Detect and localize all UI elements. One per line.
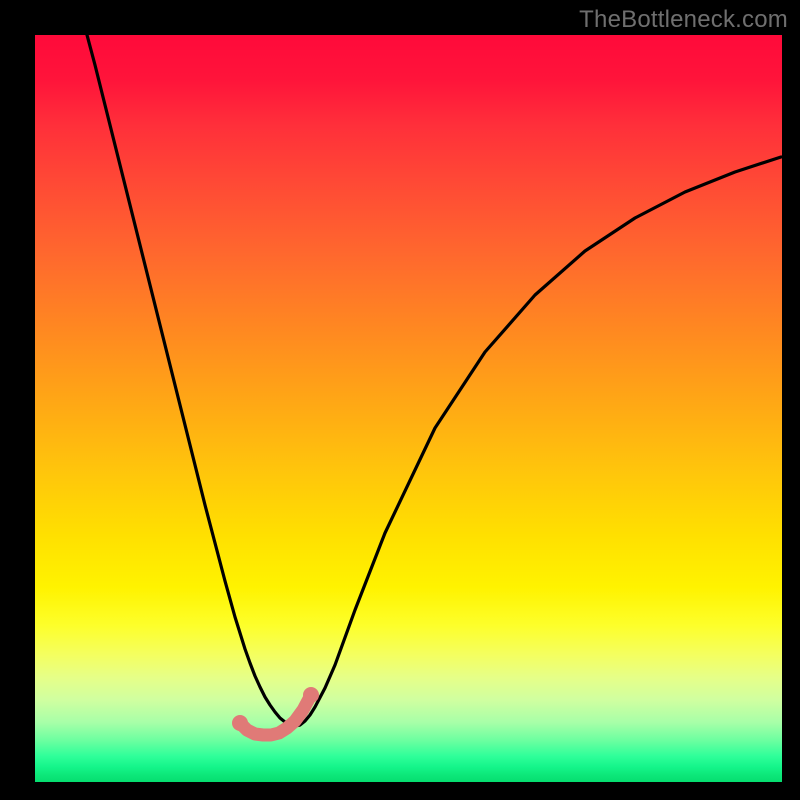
curves-svg bbox=[35, 35, 782, 782]
chart-frame: TheBottleneck.com bbox=[0, 0, 800, 800]
plot-area bbox=[35, 35, 782, 782]
watermark-text: TheBottleneck.com bbox=[579, 6, 788, 34]
